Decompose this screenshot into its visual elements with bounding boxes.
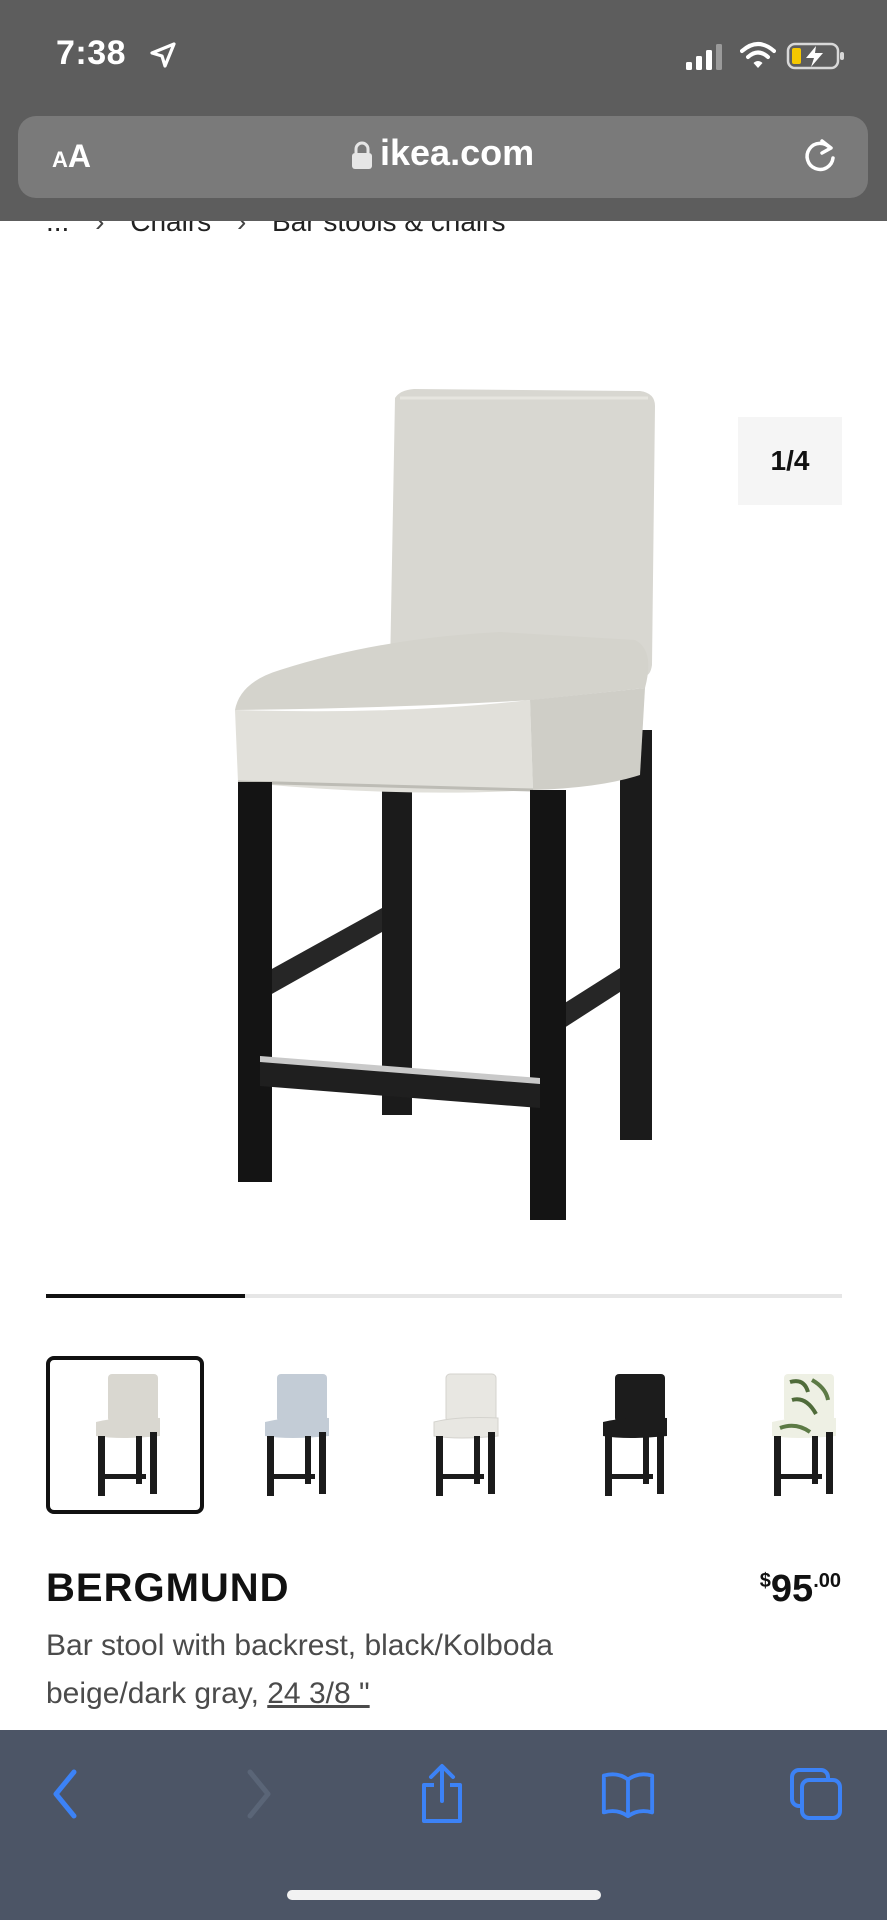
gallery-progress-fill — [46, 1294, 245, 1298]
share-icon — [422, 1764, 462, 1823]
bookmarks-button[interactable] — [600, 1766, 656, 1822]
text-size-small-label: A — [52, 147, 68, 172]
back-button[interactable] — [38, 1766, 94, 1822]
location-arrow-icon — [150, 42, 176, 68]
size-link[interactable]: 24 3/8 " — [267, 1677, 369, 1710]
tabs-button[interactable] — [788, 1766, 844, 1822]
chevron-left-icon — [53, 1769, 77, 1819]
cellular-signal-icon — [686, 44, 722, 70]
product-description: Bar stool with backrest, black/Kolboda b… — [46, 1622, 646, 1718]
image-page-counter: 1/4 — [738, 417, 842, 505]
url-bar[interactable]: AA ikea.com — [18, 116, 868, 198]
lock-icon — [352, 141, 372, 169]
forward-button[interactable] — [230, 1766, 286, 1822]
tabs-icon — [790, 1768, 842, 1820]
product-price: $95.00 — [760, 1568, 841, 1611]
status-time: 7:38 — [56, 34, 127, 72]
book-icon — [601, 1772, 655, 1819]
product-image[interactable] — [200, 370, 680, 1250]
home-indicator[interactable] — [287, 1890, 601, 1900]
chair-thumbnail-icon — [772, 1374, 836, 1496]
chevron-right-icon — [247, 1769, 271, 1819]
browser-top-chrome: 7:38 AA ikea.com — [0, 0, 887, 221]
chair-thumbnail-icon — [265, 1374, 329, 1496]
chair-thumbnail-icon — [96, 1374, 160, 1496]
chair-thumbnail-icon — [603, 1374, 667, 1496]
wifi-icon — [740, 42, 776, 68]
variant-thumbnail[interactable] — [553, 1356, 711, 1514]
variant-thumbnail[interactable] — [46, 1356, 204, 1514]
reload-icon[interactable] — [800, 136, 840, 176]
variant-thumbnail[interactable] — [384, 1356, 542, 1514]
price-integer: 95 — [770, 1568, 814, 1610]
price-cents: .00 — [813, 1570, 841, 1592]
chair-thumbnail-icon — [433, 1373, 499, 1496]
variant-thumbnail[interactable] — [722, 1356, 880, 1514]
share-button[interactable] — [414, 1764, 470, 1823]
text-size-button[interactable]: AA — [52, 138, 91, 175]
url-domain[interactable]: ikea.com — [380, 132, 534, 174]
gallery-progress-track — [46, 1294, 842, 1298]
battery-charging-icon — [786, 42, 844, 70]
price-currency: $ — [759, 1570, 771, 1592]
product-name: BERGMUND — [46, 1566, 290, 1610]
variant-thumbnail[interactable] — [215, 1356, 373, 1514]
text-size-large-label: A — [67, 138, 91, 174]
